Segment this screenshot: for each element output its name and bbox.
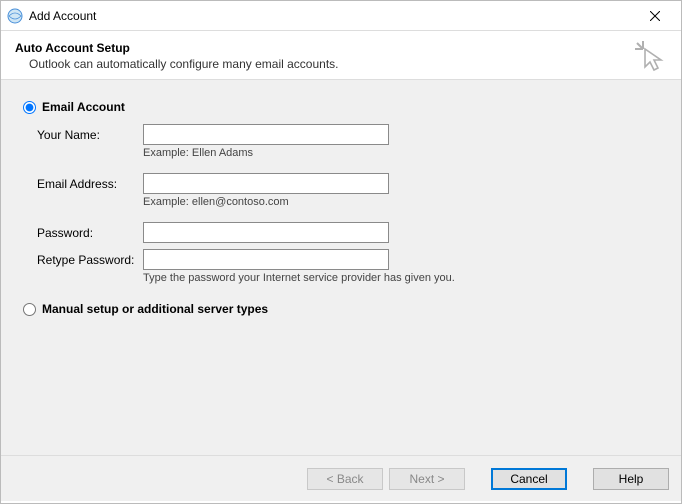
close-button[interactable] [635,2,675,30]
password-hint: Type the password your Internet service … [143,272,659,284]
header-heading: Auto Account Setup [15,41,667,55]
field-retype-password: Retype Password: [37,249,659,270]
field-password: Password: [37,222,659,243]
cancel-button[interactable]: Cancel [491,468,567,490]
password-input[interactable] [143,222,389,243]
app-icon [7,8,23,24]
email-label: Email Address: [37,177,143,191]
header-subheading: Outlook can automatically configure many… [29,57,667,71]
radio-manual-setup-input[interactable] [23,303,36,316]
radio-email-account-input[interactable] [23,101,36,114]
radio-email-account-label: Email Account [42,100,125,114]
radio-manual-setup[interactable]: Manual setup or additional server types [23,302,659,316]
help-button[interactable]: Help [593,468,669,490]
close-icon [650,11,660,21]
your-name-input[interactable] [143,124,389,145]
window-title: Add Account [29,9,635,23]
password-label: Password: [37,226,143,240]
retype-password-input[interactable] [143,249,389,270]
your-name-hint: Example: Ellen Adams [143,147,659,159]
your-name-label: Your Name: [37,128,143,142]
field-email: Email Address: [37,173,659,194]
email-input[interactable] [143,173,389,194]
radio-email-account[interactable]: Email Account [23,100,659,114]
next-button[interactable]: Next > [389,468,465,490]
back-button[interactable]: < Back [307,468,383,490]
retype-password-label: Retype Password: [37,253,143,267]
click-cursor-icon [633,39,667,76]
wizard-footer: < Back Next > Cancel Help [1,455,681,501]
titlebar: Add Account [1,1,681,31]
field-your-name: Your Name: [37,124,659,145]
wizard-header: Auto Account Setup Outlook can automatic… [1,31,681,79]
wizard-content: Email Account Your Name: Example: Ellen … [1,79,681,455]
radio-manual-setup-label: Manual setup or additional server types [42,302,268,316]
email-account-fields: Your Name: Example: Ellen Adams Email Ad… [37,124,659,284]
email-hint: Example: ellen@contoso.com [143,196,659,208]
